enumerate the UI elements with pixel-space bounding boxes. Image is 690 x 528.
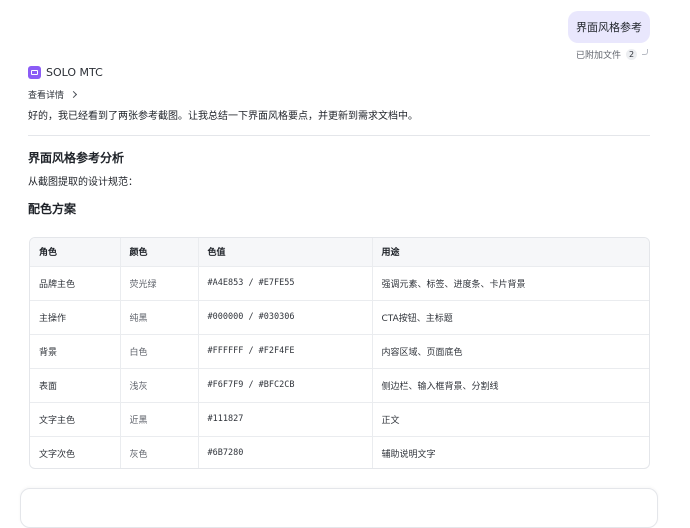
doc-intro: 从截图提取的设计规范： <box>28 177 138 188</box>
cell-color: 近黑 <box>120 402 199 437</box>
cell-usage: 辅助说明文字 <box>381 449 436 460</box>
cell-role: 品牌主色 <box>30 266 121 301</box>
attachments-count-badge: 2 <box>626 48 638 60</box>
agent-header: SOLO MTC <box>28 64 103 80</box>
divider <box>28 135 650 136</box>
cell-role: 背景 <box>30 334 121 369</box>
user-message-bubble: 界面风格参考 <box>568 11 650 43</box>
return-corner-icon <box>642 49 649 55</box>
attachments-label: 已附加文件 <box>576 50 622 61</box>
cell-usage: 侧边栏、输入框背景、分割线 <box>372 368 649 403</box>
color-scheme-table: 角色 颜色 色值 用途 品牌主色 荧光绿 #A4E853 / #E7FE55 强… <box>29 237 650 469</box>
table-row: 主操作 纯黑 #000000 / #030306 CTA按钮、主标题 <box>30 300 649 335</box>
cell-role: 文字主色 <box>30 402 121 437</box>
cell-role: 文字次色 <box>30 436 121 468</box>
column-header-usage: 用途 <box>372 238 649 267</box>
cell-usage: 内容区域、页面底色 <box>372 334 649 369</box>
column-header-value: 色值 <box>198 238 373 267</box>
column-header-role: 角色 <box>30 238 121 267</box>
table-row: 表面 浅灰 #F6F7F9 / #BFC2CB 侧边栏、输入框背景、分割线 <box>30 368 649 403</box>
cell-color: 白色 <box>120 334 199 369</box>
cell-color: 灰色 <box>120 436 199 468</box>
user-message-text: 界面风格参考 <box>576 21 642 34</box>
agent-name: SOLO MTC <box>46 65 103 79</box>
cell-usage: 强调元素、标签、进度条、卡片背景 <box>372 266 649 301</box>
agent-logo-icon <box>28 65 41 79</box>
cell-value: #6B7280 <box>198 436 373 468</box>
table-header-row: 角色 颜色 色值 用途 <box>30 238 649 267</box>
table-row: 文字主色 近黑 #111827 正文 <box>30 402 649 437</box>
view-details-label: 查看详情 <box>28 90 65 101</box>
column-header-color: 颜色 <box>120 238 199 267</box>
view-details-toggle[interactable]: 查看详情 <box>28 88 78 101</box>
cell-value: #A4E853 / #E7FE55 <box>198 266 373 301</box>
doc-heading: 界面风格参考分析 <box>28 151 125 165</box>
cell-value: #000000 / #030306 <box>198 300 373 335</box>
table-row: 文字次色 灰色 #6B7280 辅助说明文字 <box>30 436 649 468</box>
cell-value: #FFFFFF / #F2F4FE <box>198 334 373 369</box>
cell-value: #111827 <box>198 402 373 437</box>
cell-usage: 正文 <box>372 402 649 437</box>
cell-color: 荧光绿 <box>120 266 199 301</box>
cell-color: 纯黑 <box>120 300 199 335</box>
cell-role: 主操作 <box>30 300 121 335</box>
table-row: 品牌主色 荧光绿 #A4E853 / #E7FE55 强调元素、标签、进度条、卡… <box>30 266 649 301</box>
agent-reply-text: 好的，我已经看到了两张参考截图。让我总结一下界面风格要点，并更新到需求文档中。 <box>28 111 418 122</box>
chevron-right-icon <box>69 90 78 98</box>
message-composer[interactable] <box>20 488 658 528</box>
table-row: 背景 白色 #FFFFFF / #F2F4FE 内容区域、页面底色 <box>30 334 649 369</box>
cell-role: 表面 <box>30 368 121 403</box>
cell-color: 浅灰 <box>120 368 199 403</box>
doc-subheading: 配色方案 <box>28 202 77 216</box>
attachments-indicator[interactable]: 已附加文件 2 <box>576 47 649 61</box>
cell-value: #F6F7F9 / #BFC2CB <box>198 368 373 403</box>
cell-usage: CTA按钮、主标题 <box>372 300 649 335</box>
